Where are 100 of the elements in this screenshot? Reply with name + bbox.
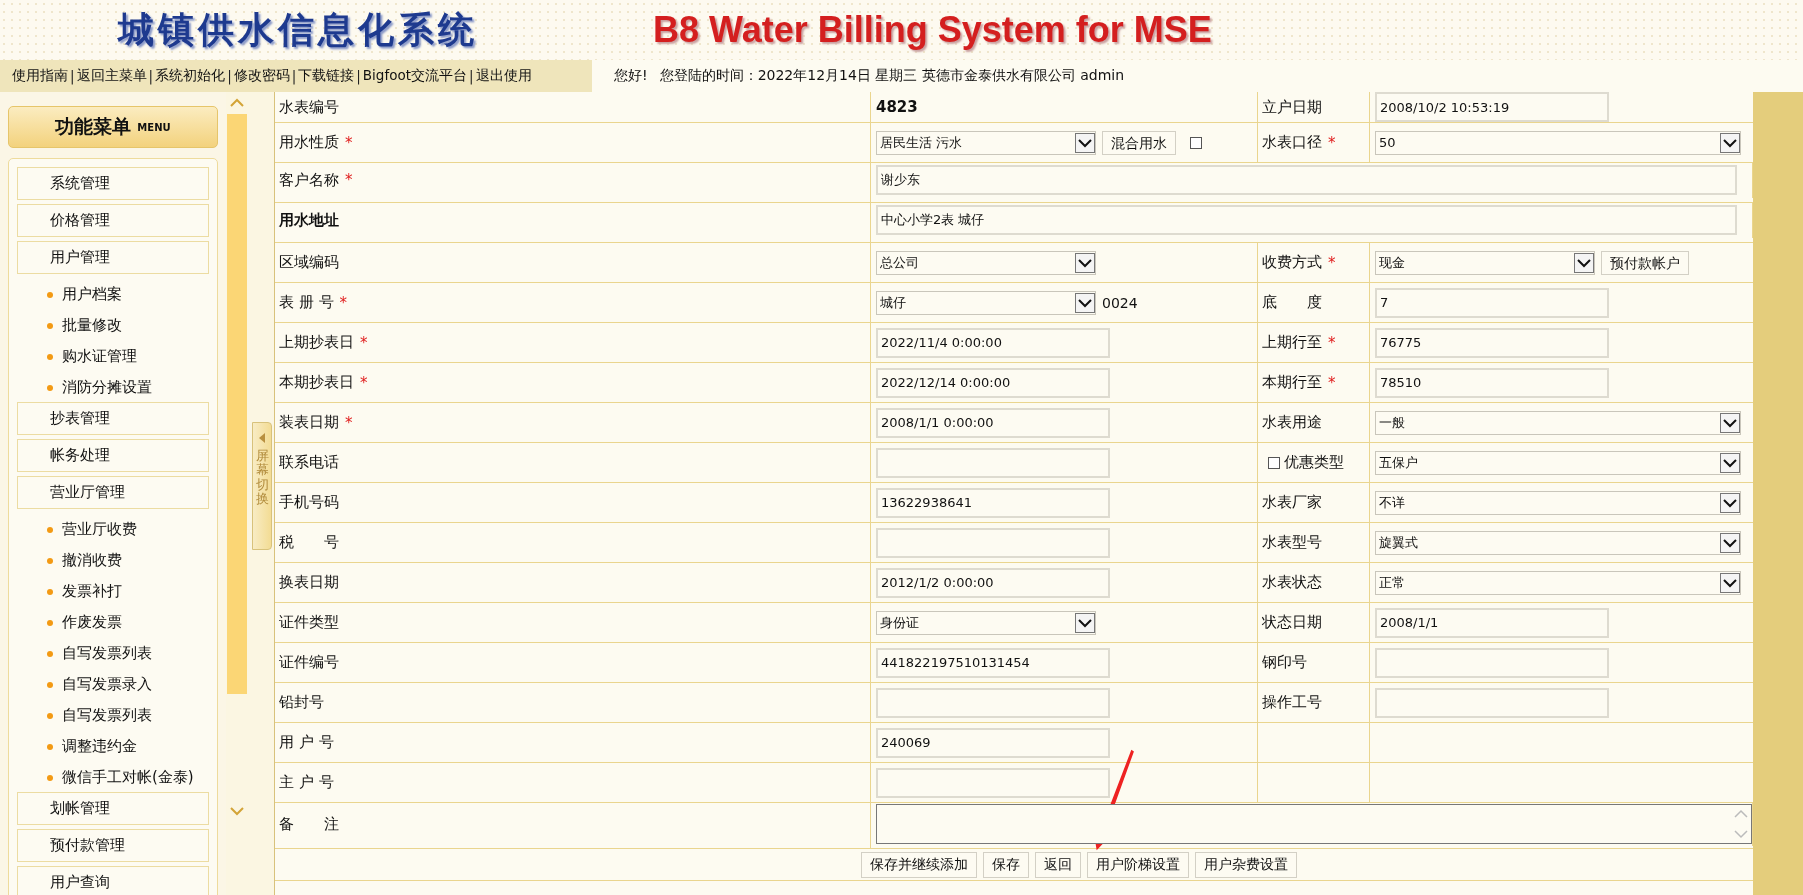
form-button[interactable]: 预付款帐户 <box>1601 250 1689 275</box>
dropdown[interactable]: 总公司 <box>876 250 1096 275</box>
form-button[interactable]: 混合用水 <box>1102 130 1176 155</box>
required-mark: * <box>345 133 353 152</box>
action-button[interactable]: 用户杂费设置 <box>1195 851 1297 878</box>
text-input[interactable]: 2008/1/1 <box>1375 607 1609 638</box>
nav-link[interactable]: 修改密码 <box>233 67 290 85</box>
checkbox[interactable] <box>1190 136 1202 149</box>
field-label: 水表状态 <box>1262 573 1322 592</box>
field-label: 立户日期 <box>1262 97 1322 117</box>
text-input[interactable]: 240069 <box>876 727 1110 758</box>
menu-group-item[interactable]: 营业厅管理 <box>17 476 209 509</box>
action-button[interactable]: 保存并继续添加 <box>861 851 977 878</box>
menu-item[interactable]: 自写发票列表 <box>62 705 152 725</box>
field-label: 证件编号 <box>279 653 339 672</box>
bullet-icon <box>47 651 53 657</box>
menu-item[interactable]: 购水证管理 <box>62 346 137 366</box>
menu-group-item[interactable]: 预付款管理 <box>17 829 209 862</box>
required-mark: * <box>345 171 353 190</box>
text-input[interactable]: 78510 <box>1375 367 1609 398</box>
field-label: 水表编号 <box>279 97 339 117</box>
action-button[interactable]: 用户阶梯设置 <box>1087 851 1189 878</box>
dropdown[interactable]: 不详 <box>1375 490 1741 515</box>
nav-link[interactable]: 使用指南 <box>12 67 68 85</box>
menu-group-item[interactable]: 划帐管理 <box>17 792 209 825</box>
nav-separator: | <box>356 68 361 84</box>
menu-item[interactable]: 自写发票列表 <box>62 643 152 663</box>
text-input[interactable] <box>1375 687 1609 718</box>
menu-item[interactable]: 撤消收费 <box>62 550 122 570</box>
field-label: 区域编码 <box>279 253 339 272</box>
nav-link[interactable]: 返回主菜单 <box>76 67 147 85</box>
nav-separator: | <box>70 68 75 84</box>
menu-group-item[interactable]: 系统管理 <box>17 167 209 200</box>
required-mark: * <box>1328 333 1336 352</box>
dropdown[interactable]: 城仔 <box>876 290 1096 315</box>
menu-item[interactable]: 自写发票录入 <box>62 674 152 694</box>
menu-group-item[interactable]: 用户查询 <box>17 866 209 895</box>
dropdown[interactable]: 身份证 <box>876 610 1096 635</box>
text-input[interactable] <box>876 687 1110 718</box>
dropdown[interactable]: 居民生活 污水 <box>876 130 1096 155</box>
text-input[interactable]: 2012/1/2 0:00:00 <box>876 567 1110 598</box>
required-mark: * <box>1328 253 1336 272</box>
menu-item[interactable]: 用户档案 <box>62 284 122 304</box>
nav-link[interactable]: 下载链接 <box>298 67 355 85</box>
field-label: 本期行至 <box>1262 373 1322 392</box>
field-label: 手机号码 <box>279 493 339 512</box>
field-label: 水表型号 <box>1262 533 1322 552</box>
nav-link[interactable]: Bigfoot交流平台 <box>362 67 467 85</box>
text-input[interactable]: 中心小学2表 城仔 <box>876 205 1737 236</box>
scrollbar[interactable] <box>226 92 248 895</box>
text-input[interactable]: 13622938641 <box>876 487 1110 518</box>
nav-link[interactable]: 退出使用 <box>475 67 532 85</box>
menu-item[interactable]: 发票补打 <box>62 581 122 601</box>
text-input[interactable]: 2008/10/2 10:53:19 <box>1375 92 1609 122</box>
menu-item[interactable]: 营业厅收费 <box>62 519 137 539</box>
text-input[interactable]: 7 <box>1375 287 1609 318</box>
field-label: 税 号 <box>279 533 339 552</box>
bullet-icon <box>47 744 53 750</box>
menu-item[interactable]: 调整违约金 <box>62 736 137 756</box>
menu-group-item[interactable]: 帐务处理 <box>17 439 209 472</box>
menu-item[interactable]: 批量修改 <box>62 315 122 335</box>
text-input[interactable] <box>876 447 1110 478</box>
text-input[interactable]: 谢少东 <box>876 165 1737 196</box>
scroll-up-icon[interactable] <box>230 98 244 108</box>
action-button[interactable]: 返回 <box>1035 851 1081 878</box>
field-label: 客户名称 <box>279 170 339 190</box>
dropdown[interactable]: 旋翼式 <box>1375 530 1741 555</box>
text-input[interactable]: 2022/11/4 0:00:00 <box>876 327 1110 358</box>
remark-textarea[interactable] <box>876 804 1752 845</box>
bullet-icon <box>47 682 53 688</box>
action-button[interactable]: 保存 <box>983 851 1029 878</box>
bullet-icon <box>47 589 53 595</box>
dropdown[interactable]: 一般 <box>1375 410 1741 435</box>
dropdown[interactable]: 50 <box>1375 130 1741 155</box>
text-input[interactable]: 2008/1/1 0:00:00 <box>876 407 1110 438</box>
checkbox[interactable] <box>1268 456 1280 469</box>
menu-group-item[interactable]: 抄表管理 <box>17 402 209 435</box>
menu-group-item[interactable]: 用户管理 <box>17 241 209 274</box>
field-label: 水表口径 <box>1262 133 1322 152</box>
menu-group-item[interactable]: 价格管理 <box>17 204 209 237</box>
dropdown[interactable]: 现金 <box>1375 250 1595 275</box>
scroll-down-icon[interactable] <box>230 806 244 816</box>
text-input[interactable]: 76775 <box>1375 327 1609 358</box>
field-label: 状态日期 <box>1262 613 1322 632</box>
text-input[interactable]: 441822197510131454 <box>876 647 1110 678</box>
nav-link[interactable]: 系统初始化 <box>155 67 226 85</box>
dropdown[interactable]: 正常 <box>1375 570 1741 595</box>
menu-item[interactable]: 微信手工对帐(金泰) <box>62 767 194 787</box>
text-input[interactable] <box>876 767 1110 798</box>
text-input[interactable] <box>1375 647 1609 678</box>
bullet-icon <box>47 620 53 626</box>
bullet-icon <box>47 354 53 360</box>
menu-item[interactable]: 消防分摊设置 <box>62 377 152 397</box>
dropdown[interactable]: 五保户 <box>1375 450 1741 475</box>
system-title-english: B8 Water Billing System for MSE <box>653 9 1212 51</box>
field-label: 钢印号 <box>1262 653 1307 672</box>
caret-left-icon <box>258 433 266 443</box>
text-input[interactable] <box>876 527 1110 558</box>
menu-item[interactable]: 作废发票 <box>62 612 122 632</box>
text-input[interactable]: 2022/12/14 0:00:00 <box>876 367 1110 398</box>
